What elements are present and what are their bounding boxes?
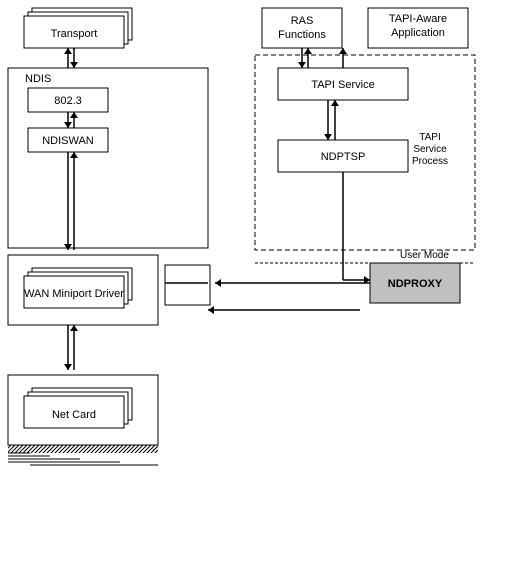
svg-text:NDPTSP: NDPTSP — [321, 151, 366, 163]
svg-text:Process: Process — [412, 156, 448, 167]
arrows-svg: Transport NDIS 802.3 NDISWAN — [0, 0, 505, 577]
svg-text:NDISWAN: NDISWAN — [42, 135, 94, 147]
svg-text:802.3: 802.3 — [54, 95, 82, 107]
svg-text:Functions: Functions — [278, 29, 326, 41]
svg-text:User Mode: User Mode — [400, 250, 449, 261]
architecture-diagram: Transport NDIS 802.3 NDISWAN — [0, 0, 505, 577]
svg-text:WAN Miniport Driver: WAN Miniport Driver — [24, 288, 124, 300]
svg-text:Application: Application — [391, 27, 445, 39]
svg-text:Kernel Mode: Kernel Mode — [400, 262, 457, 273]
svg-text:TAPI-Aware: TAPI-Aware — [389, 13, 447, 25]
svg-text:Net Card: Net Card — [52, 409, 96, 421]
svg-text:RAS: RAS — [291, 15, 314, 27]
svg-text:NDPROXY: NDPROXY — [388, 278, 443, 290]
svg-text:Service: Service — [413, 144, 447, 155]
svg-text:Transport: Transport — [51, 28, 98, 40]
svg-text:TAPI Service: TAPI Service — [311, 79, 374, 91]
svg-text:TAPI: TAPI — [419, 132, 440, 143]
svg-text:NDIS: NDIS — [25, 73, 51, 85]
